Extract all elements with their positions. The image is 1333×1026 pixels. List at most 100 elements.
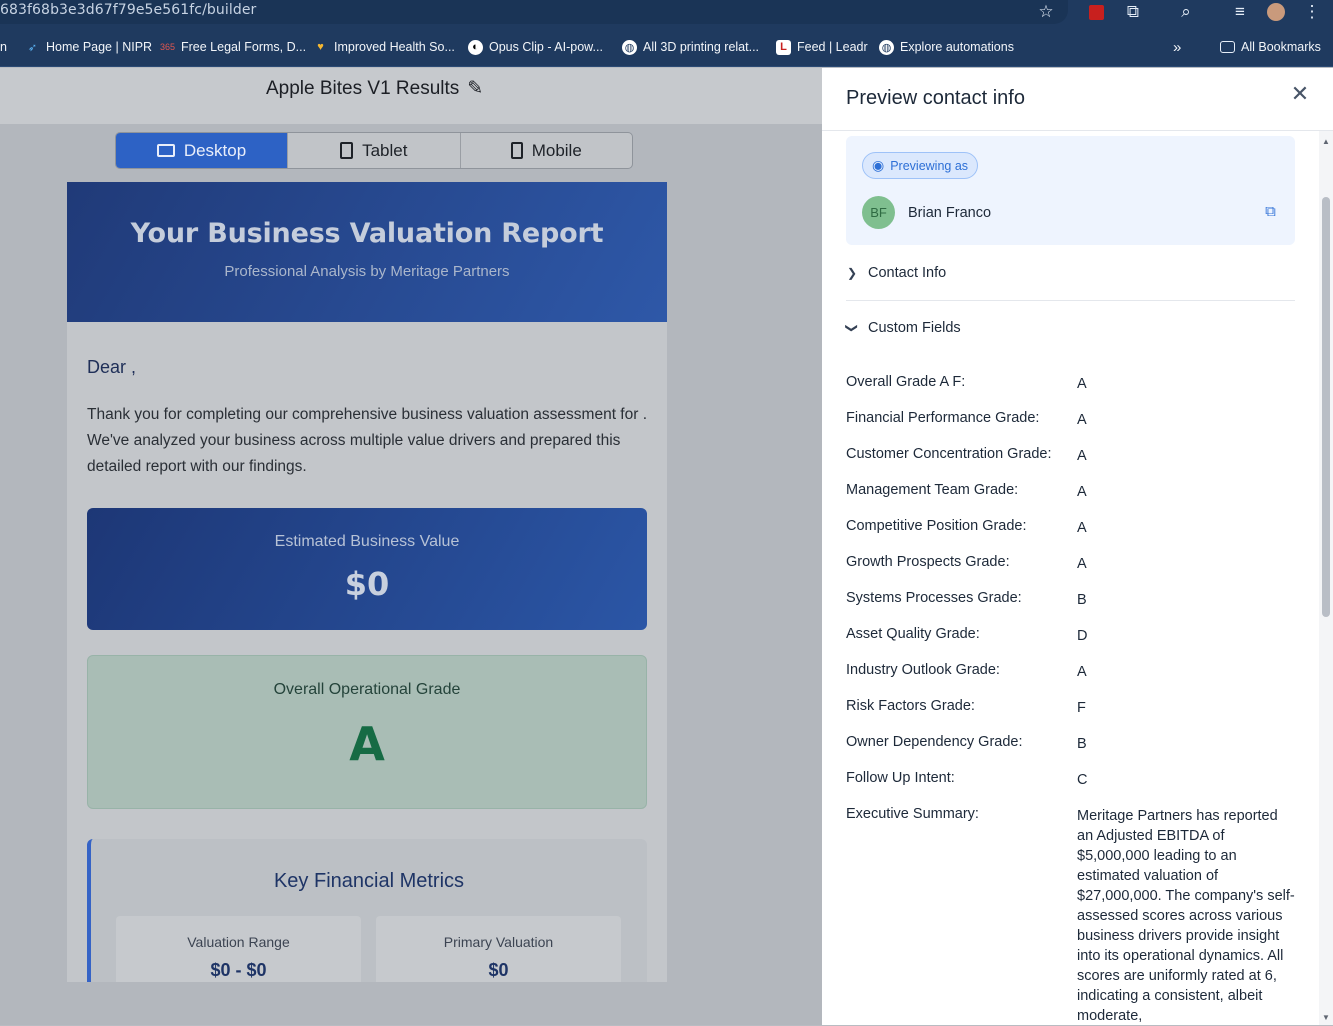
email-greeting: Dear , — [87, 357, 137, 377]
bookmark-item[interactable]: L Feed | Leadr — [776, 27, 868, 67]
field-value: C — [1077, 772, 1088, 788]
operational-grade-label: Overall Operational Grade — [273, 681, 461, 698]
drawer-header: Preview contact info ✕ — [822, 68, 1333, 131]
legal-forms-icon: 365 — [159, 42, 176, 52]
field-label: Customer Concentration Grade: — [846, 446, 1052, 462]
field-label: Risk Factors Grade: — [846, 698, 975, 714]
scroll-up-icon[interactable]: ▲ — [1319, 135, 1333, 147]
field-value: A — [1077, 484, 1087, 500]
browser-toolbar: 683f68b3e3d67f79e5e561fc/builder ☆ ⧉ ⌕ ≡… — [0, 0, 1333, 27]
url-text[interactable]: 683f68b3e3d67f79e5e561fc/builder — [0, 2, 256, 18]
globe-icon: ◍ — [879, 39, 894, 55]
field-label: Financial Performance Grade: — [846, 410, 1040, 426]
field-label: Management Team Grade: — [846, 482, 1019, 498]
field-value: Meritage Partners has reported an Adjust… — [1077, 808, 1295, 1024]
bookmark-item[interactable]: ◍ Explore automations — [879, 27, 1014, 67]
address-bar[interactable]: 683f68b3e3d67f79e5e561fc/builder — [0, 0, 1068, 24]
drawer-scrollbar[interactable]: ▲ ▼ — [1319, 131, 1333, 1025]
email-hero-banner: Your Business Valuation Report Professio… — [67, 182, 667, 322]
device-switcher: Desktop Tablet Mobile — [115, 132, 633, 169]
chevron-down-icon: ❯ — [845, 322, 859, 334]
field-value: A — [1077, 448, 1087, 464]
field-label: Asset Quality Grade: — [846, 626, 980, 642]
preview-contact-drawer: Preview contact info ✕ ◉ Previewing as B… — [822, 68, 1333, 1025]
key-metrics-card: Key Financial Metrics Valuation Range $0… — [87, 839, 647, 982]
metric-box: Primary Valuation $0 — [376, 916, 621, 982]
metric-value: $0 - $0 — [210, 960, 267, 980]
metric-box: Valuation Range $0 - $0 — [116, 916, 361, 982]
media-control-icon[interactable]: ≡ — [1227, 0, 1253, 24]
bookmark-item[interactable]: n — [0, 27, 7, 67]
field-value: F — [1077, 700, 1086, 716]
folder-icon — [1220, 41, 1235, 53]
custom-fields-section-toggle[interactable]: ❯ Custom Fields — [845, 306, 1295, 350]
bookmark-item[interactable]: ◐ Opus Clip - AI-pow... — [468, 27, 603, 67]
contact-info-section-toggle[interactable]: ❯ Contact Info — [846, 251, 1295, 295]
device-tab-desktop[interactable]: Desktop — [116, 133, 288, 168]
menu-kebab-icon[interactable]: ⋮ — [1299, 0, 1325, 24]
field-value: A — [1077, 376, 1087, 392]
extensions-puzzle-icon[interactable]: ⧉ — [1120, 0, 1146, 24]
estimated-value-label: Estimated Business Value — [274, 533, 460, 550]
bookmark-item[interactable]: ♥ Improved Health So... — [313, 27, 455, 67]
desktop-monitor-icon — [156, 144, 175, 157]
email-preview: Your Business Valuation Report Professio… — [67, 182, 667, 982]
bookmarks-overflow-button[interactable]: » — [1173, 27, 1181, 67]
field-value: A — [1077, 556, 1087, 572]
pdf-extension-icon[interactable] — [1083, 0, 1109, 24]
field-label: Industry Outlook Grade: — [846, 662, 1000, 678]
device-tab-mobile[interactable]: Mobile — [461, 133, 633, 168]
heart-shield-icon: ♥ — [317, 41, 324, 53]
drawer-title: Preview contact info — [846, 87, 1025, 109]
avatar: BF — [862, 196, 895, 229]
device-tab-tablet[interactable]: Tablet — [288, 133, 461, 168]
contact-name: Brian Franco — [908, 205, 992, 221]
opus-clip-icon: ◐ — [468, 39, 483, 55]
profile-avatar-icon[interactable] — [1263, 0, 1289, 24]
metric-label: Valuation Range — [187, 934, 290, 950]
bookmarks-bar: n ➶ Home Page | NIPR 365 Free Legal Forms,… — [0, 27, 1333, 67]
email-intro-text: Thank you for completing our comprehensi… — [87, 406, 648, 475]
builder-footer — [0, 982, 822, 1025]
field-label: Growth Prospects Grade: — [846, 554, 1010, 570]
metric-value: $0 — [488, 960, 509, 980]
external-link-icon[interactable]: ⧉ — [1262, 203, 1279, 220]
previewing-as-badge: ◉ Previewing as — [862, 152, 979, 179]
scroll-down-icon[interactable]: ▼ — [1319, 1011, 1333, 1023]
nipr-icon: ➶ — [27, 41, 38, 54]
screen-search-icon[interactable]: ⌕ — [1173, 0, 1199, 24]
estimated-value-card: Estimated Business Value $0 — [87, 508, 647, 630]
field-value: B — [1077, 736, 1087, 752]
email-subheading: Professional Analysis by Meritage Partne… — [224, 263, 510, 280]
builder-title[interactable]: Apple Bites V1 Results — [266, 78, 459, 100]
scrollbar-thumb[interactable] — [1322, 197, 1330, 617]
bookmark-item[interactable]: ◍ All 3D printing relat... — [622, 27, 759, 67]
section-divider — [846, 300, 1295, 301]
builder-header: Apple Bites V1 Results ✎ — [0, 68, 822, 124]
operational-grade: A — [349, 717, 385, 771]
estimated-value: $0 — [344, 565, 390, 603]
field-value: D — [1077, 628, 1088, 644]
bookmark-item[interactable]: ➶ Home Page | NIPR — [25, 27, 152, 67]
operational-grade-card: Overall Operational Grade A — [87, 655, 647, 809]
field-value: A — [1077, 520, 1087, 536]
bookmark-star-icon[interactable]: ☆ — [1033, 0, 1059, 24]
field-label: Owner Dependency Grade: — [846, 734, 1023, 750]
tablet-icon — [340, 142, 354, 159]
previewing-as-panel: ◉ Previewing as BF Brian Franco ⧉ — [846, 136, 1295, 245]
bookmark-item[interactable]: 365 Free Legal Forms, D... — [160, 27, 306, 67]
all-bookmarks-button[interactable]: All Bookmarks — [1220, 27, 1321, 67]
field-label: Competitive Position Grade: — [846, 518, 1027, 534]
metric-label: Primary Valuation — [443, 934, 554, 950]
globe-icon: ◍ — [622, 39, 637, 55]
field-label: Overall Grade A F: — [846, 374, 966, 390]
field-value: A — [1077, 664, 1087, 680]
close-icon[interactable]: ✕ — [1289, 81, 1311, 106]
key-metrics-title: Key Financial Metrics — [273, 870, 465, 892]
builder-canvas: Apple Bites V1 Results ✎ Desktop Tablet … — [0, 68, 822, 1025]
chevron-right-icon: ❯ — [846, 266, 858, 280]
mobile-phone-icon — [510, 142, 523, 159]
field-value: A — [1077, 412, 1087, 428]
eye-icon: ◉ — [872, 157, 885, 173]
pencil-edit-icon[interactable]: ✎ — [467, 77, 483, 100]
